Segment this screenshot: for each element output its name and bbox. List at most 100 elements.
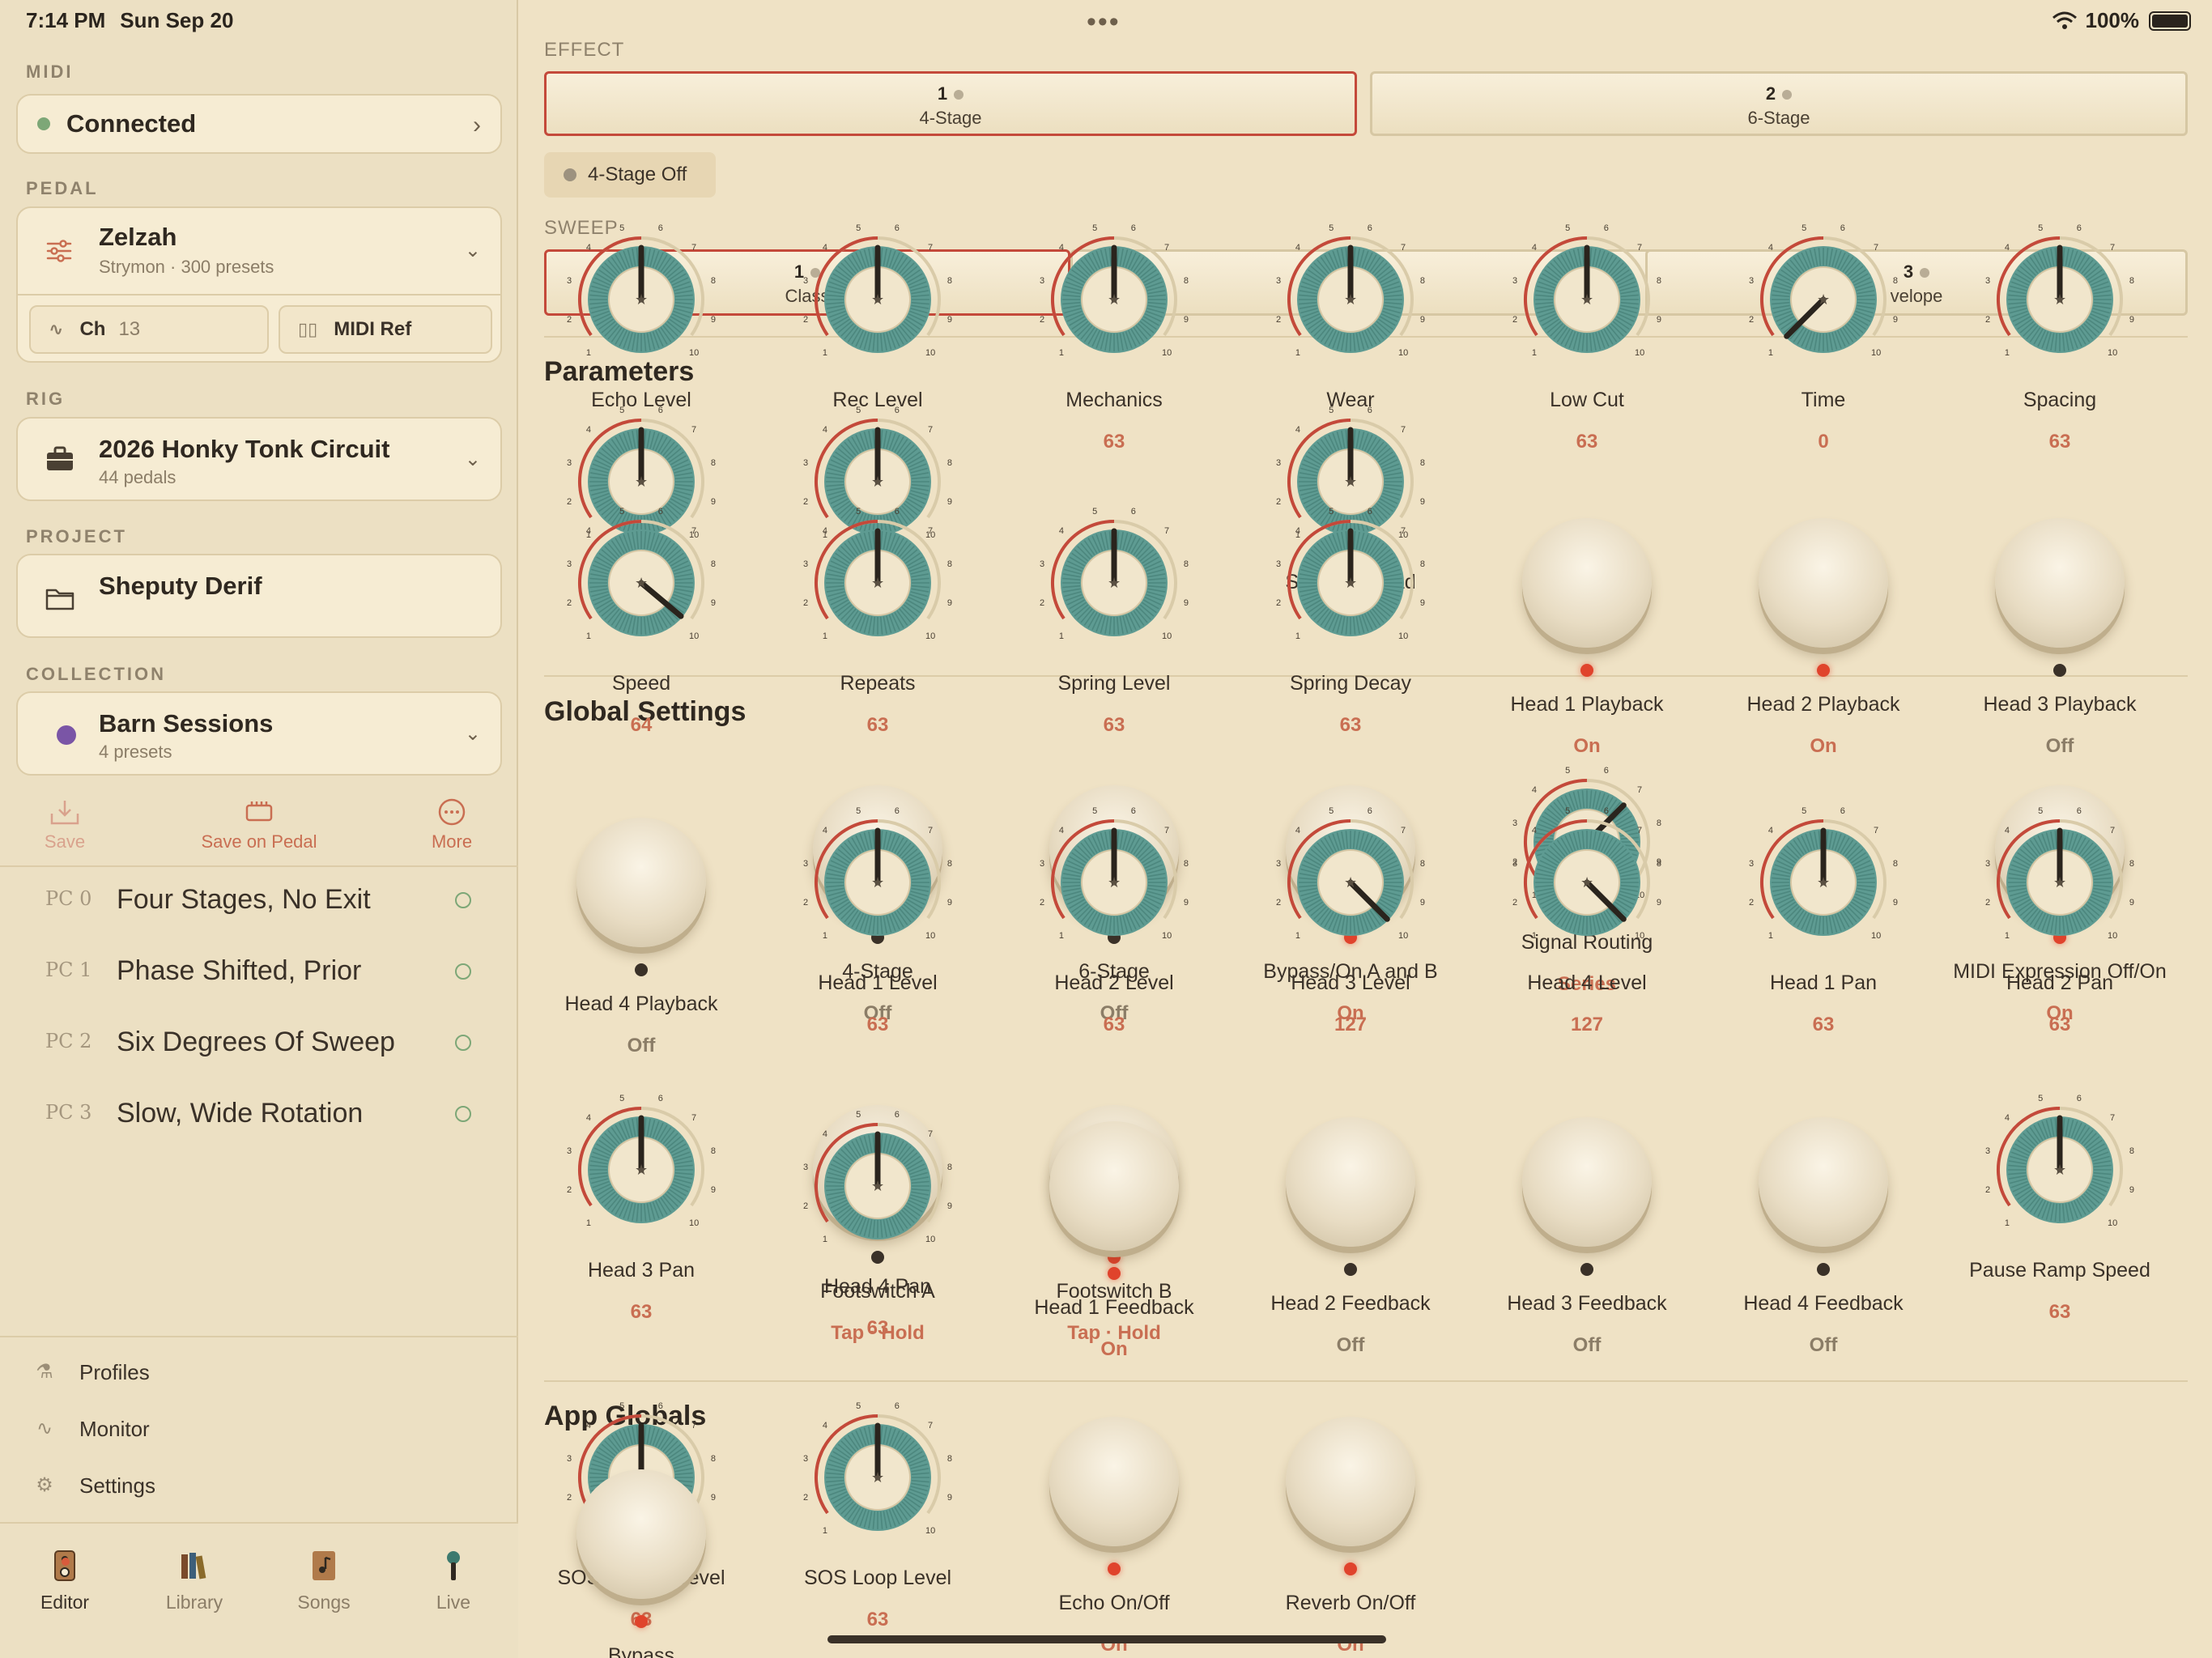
- svg-text:2: 2: [803, 497, 808, 507]
- knob-control[interactable]: 1 2 3 4 5 6 7 8 9 10 ★ Mechanics 63: [1017, 223, 1211, 453]
- knob-control[interactable]: 1 2 3 4 5 6 7 8 9 10 ★ Head 4 Level 127: [1490, 806, 1684, 1035]
- footswitch-icon[interactable]: [1286, 1117, 1415, 1247]
- knob-control[interactable]: 1 2 3 4 5 6 7 8 9 10 ★ Head 2 Pan 63: [1963, 806, 2157, 1035]
- preset-row[interactable]: PC 1 Phase Shifted, Prior: [0, 937, 518, 1009]
- status-lamp-icon: [1108, 1267, 1121, 1280]
- switch-control[interactable]: Head 2 Feedback Off: [1253, 1117, 1448, 1356]
- knob-control[interactable]: 1 2 3 4 5 6 7 8 9 10 ★ Head 3 Pan 63: [544, 1094, 738, 1323]
- switch-control[interactable]: Head 3 Feedback Off: [1490, 1117, 1684, 1356]
- rotary-knob-icon[interactable]: 1 2 3 4 5 6 7 8 9 10 ★: [567, 507, 716, 648]
- knob-control[interactable]: 1 2 3 4 5 6 7 8 9 10 ★ Speed 64: [544, 507, 738, 736]
- switch-control[interactable]: Head 4 Feedback Off: [1726, 1117, 1921, 1356]
- preset-row[interactable]: PC 3 Slow, Wide Rotation: [0, 1080, 518, 1151]
- tab-live[interactable]: Live: [389, 1548, 518, 1613]
- knob-control[interactable]: 1 2 3 4 5 6 7 8 9 10 ★ Spacing 63: [1963, 223, 2157, 453]
- knob-control[interactable]: 1 2 3 4 5 6 7 8 9 10 ★ Low Cut 63: [1490, 223, 1684, 453]
- multitask-dots-icon[interactable]: •••: [1087, 6, 1121, 38]
- switch-control[interactable]: Bypass: [544, 1469, 738, 1658]
- knob-control[interactable]: 1 2 3 4 5 6 7 8 9 10 ★ Wear: [1253, 223, 1448, 437]
- rotary-knob-icon[interactable]: 1 2 3 4 5 6 7 8 9 10 ★: [803, 806, 952, 947]
- switch-control[interactable]: Head 4 Playback Off: [544, 818, 738, 1056]
- rotary-knob-icon[interactable]: 1 2 3 4 5 6 7 8 9 10 ★: [1985, 223, 2134, 364]
- footswitch-icon[interactable]: [1049, 1121, 1179, 1251]
- rotary-knob-icon[interactable]: 1 2 3 4 5 6 7 8 9 10 ★: [1985, 806, 2134, 947]
- svg-text:10: 10: [925, 631, 935, 641]
- rotary-knob-icon[interactable]: 1 2 3 4 5 6 7 8 9 10 ★: [1512, 223, 1661, 364]
- svg-text:4: 4: [586, 1421, 591, 1431]
- preset-row[interactable]: PC 0 Four Stages, No Exit: [0, 866, 518, 937]
- collection-selector[interactable]: Barn Sessions 4 presets ⌄: [16, 691, 502, 776]
- footswitch-icon[interactable]: [576, 1469, 706, 1599]
- rotary-knob-icon[interactable]: 1 2 3 4 5 6 7 8 9 10 ★: [1040, 507, 1189, 648]
- footswitch-icon[interactable]: [1759, 518, 1888, 648]
- footswitch-icon[interactable]: [1995, 518, 2125, 648]
- knob-control[interactable]: 1 2 3 4 5 6 7 8 9 10 ★ Head 4 Pan 63: [781, 1110, 975, 1339]
- nav-monitor[interactable]: ∿ Monitor: [32, 1405, 486, 1453]
- rotary-knob-icon[interactable]: 1 2 3 4 5 6 7 8 9 10 ★: [1040, 806, 1189, 947]
- rotary-knob-icon[interactable]: 1 2 3 4 5 6 7 8 9 10 ★: [1276, 806, 1425, 947]
- svg-text:8: 8: [711, 1146, 716, 1156]
- footswitch-icon[interactable]: [1522, 518, 1652, 648]
- effect-option-1[interactable]: 1 4-Stage: [544, 71, 1357, 136]
- knob-control[interactable]: 1 2 3 4 5 6 7 8 9 10 ★ SOS Loop Level 63: [781, 1401, 975, 1630]
- chevron-down-icon: ⌄: [464, 723, 481, 745]
- footswitch-icon[interactable]: [576, 818, 706, 947]
- knob-control[interactable]: 1 2 3 4 5 6 7 8 9 10 ★ Spring Decay 63: [1253, 507, 1448, 736]
- midi-channel-button[interactable]: ∿ Ch 13: [29, 305, 269, 354]
- footswitch-icon[interactable]: [1286, 1417, 1415, 1546]
- rotary-knob-icon[interactable]: 1 2 3 4 5 6 7 8 9 10 ★: [1512, 806, 1661, 947]
- nav-profiles[interactable]: ⚗ Profiles: [32, 1348, 486, 1397]
- svg-text:7: 7: [1637, 826, 1642, 835]
- knob-control[interactable]: 1 2 3 4 5 6 7 8 9 10 ★ Repeats 63: [781, 507, 975, 736]
- rotary-knob-icon[interactable]: 1 2 3 4 5 6 7 8 9 10 ★: [803, 223, 952, 364]
- tab-library[interactable]: Library: [130, 1548, 259, 1613]
- footswitch-icon[interactable]: [1049, 1417, 1179, 1546]
- midi-ref-button[interactable]: ▯▯ MIDI Ref: [279, 305, 492, 354]
- rotary-knob-icon[interactable]: 1 2 3 4 5 6 7 8 9 10 ★: [1040, 223, 1189, 364]
- midi-connection-card[interactable]: Connected ›: [16, 94, 502, 154]
- switch-control[interactable]: Head 1 Playback On: [1490, 518, 1684, 757]
- switch-control[interactable]: Reverb On/Off On: [1253, 1417, 1448, 1656]
- nav-profiles-label: Profiles: [79, 1359, 150, 1384]
- rotary-knob-icon[interactable]: 1 2 3 4 5 6 7 8 9 10 ★: [1749, 806, 1898, 947]
- rotary-knob-icon[interactable]: 1 2 3 4 5 6 7 8 9 10 ★: [1749, 223, 1898, 364]
- switch-control[interactable]: Echo On/Off On: [1017, 1417, 1211, 1656]
- tab-songs[interactable]: Songs: [259, 1548, 389, 1613]
- more-button[interactable]: More: [371, 797, 533, 852]
- preset-row[interactable]: PC 2 Six Degrees Of Sweep: [0, 1009, 518, 1080]
- svg-text:6: 6: [2077, 1094, 2082, 1103]
- knob-control[interactable]: 1 2 3 4 5 6 7 8 9 10 ★ Head 1 Level 63: [781, 806, 975, 1035]
- nav-settings[interactable]: ⚙ Settings: [32, 1461, 486, 1510]
- tab-editor[interactable]: Editor: [0, 1548, 130, 1613]
- knob-control[interactable]: 1 2 3 4 5 6 7 8 9 10 ★ Rec Level: [781, 223, 975, 437]
- knob-control[interactable]: 1 2 3 4 5 6 7 8 9 10 ★ Head 2 Level 63: [1017, 806, 1211, 1035]
- knob-control[interactable]: 1 2 3 4 5 6 7 8 9 10 ★ Time 0: [1726, 223, 1921, 453]
- rotary-knob-icon[interactable]: 1 2 3 4 5 6 7 8 9 10 ★: [803, 507, 952, 648]
- rotary-knob-icon[interactable]: 1 2 3 4 5 6 7 8 9 10 ★: [567, 223, 716, 364]
- save-button[interactable]: Save: [0, 797, 146, 852]
- knob-control[interactable]: 1 2 3 4 5 6 7 8 9 10 ★ Head 3 Level 127: [1253, 806, 1448, 1035]
- save-on-pedal-button[interactable]: Save on Pedal: [178, 797, 340, 852]
- switch-control[interactable]: Head 1 Feedback On: [1017, 1121, 1211, 1360]
- svg-text:1: 1: [1059, 348, 1064, 358]
- effect-option-2[interactable]: 2 6-Stage: [1370, 71, 2188, 136]
- rotary-knob-icon[interactable]: 1 2 3 4 5 6 7 8 9 10 ★: [567, 1094, 716, 1235]
- rotary-knob-icon[interactable]: 1 2 3 4 5 6 7 8 9 10 ★: [1276, 507, 1425, 648]
- knob-control[interactable]: 1 2 3 4 5 6 7 8 9 10 ★ Head 1 Pan 63: [1726, 806, 1921, 1035]
- effect-toggle-button[interactable]: 4-Stage Off: [544, 152, 716, 198]
- knob-control[interactable]: 1 2 3 4 5 6 7 8 9 10 ★ Spring Level 63: [1017, 507, 1211, 736]
- rotary-knob-icon[interactable]: 1 2 3 4 5 6 7 8 9 10 ★: [803, 1401, 952, 1542]
- switch-control[interactable]: Head 3 Playback Off: [1963, 518, 2157, 757]
- switch-control[interactable]: Head 2 Playback On: [1726, 518, 1921, 757]
- rotary-knob-icon[interactable]: 1 2 3 4 5 6 7 8 9 10 ★: [1985, 1094, 2134, 1235]
- rig-selector[interactable]: 2026 Honky Tonk Circuit 44 pedals ⌄: [16, 417, 502, 501]
- pedal-selector[interactable]: Zelzah Strymon · 300 presets ⌄: [18, 208, 500, 295]
- project-selector[interactable]: Sheputy Derif: [16, 554, 502, 638]
- knob-control[interactable]: 1 2 3 4 5 6 7 8 9 10 ★ Pause Ramp Speed 63: [1963, 1094, 2157, 1323]
- footswitch-icon[interactable]: [1759, 1117, 1888, 1247]
- rotary-knob-icon[interactable]: 1 2 3 4 5 6 7 8 9 10 ★: [803, 1110, 952, 1251]
- footswitch-icon[interactable]: [1522, 1117, 1652, 1247]
- rotary-knob-icon[interactable]: 1 2 3 4 5 6 7 8 9 10 ★: [1276, 223, 1425, 364]
- effect-number: 2: [1372, 83, 2185, 104]
- knob-control[interactable]: 1 2 3 4 5 6 7 8 9 10 ★ Echo Level: [544, 223, 738, 437]
